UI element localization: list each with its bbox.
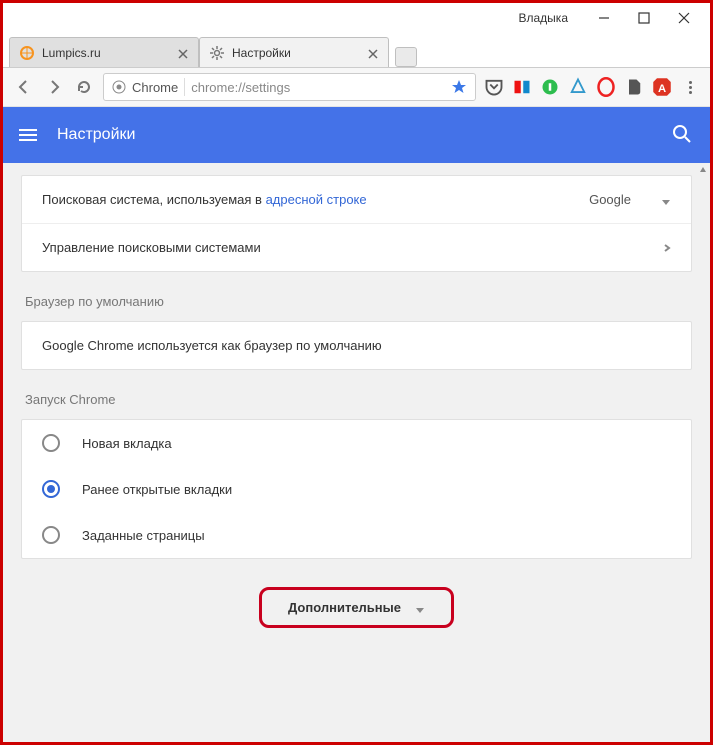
chevron-right-icon <box>663 240 671 255</box>
new-tab-button[interactable] <box>395 47 417 67</box>
maximize-button[interactable] <box>624 4 664 32</box>
page-title: Настройки <box>57 126 672 144</box>
extension-icon-2[interactable] <box>512 77 532 97</box>
default-browser-card: Google Chrome используется как браузер п… <box>21 321 692 370</box>
chrome-page-icon <box>112 80 126 94</box>
extension-icon-4[interactable] <box>568 77 588 97</box>
titlebar: Владыка <box>3 3 710 33</box>
chevron-down-icon <box>415 603 425 613</box>
browser-menu-button[interactable] <box>680 77 700 97</box>
default-browser-status-text: Google Chrome используется как браузер п… <box>42 338 382 353</box>
scroll-up-icon[interactable] <box>696 163 710 177</box>
back-button[interactable] <box>13 76 35 98</box>
startup-option-label: Новая вкладка <box>82 436 172 451</box>
startup-option-label: Заданные страницы <box>82 528 205 543</box>
radio-icon[interactable] <box>42 434 60 452</box>
manage-search-engines-row[interactable]: Управление поисковыми системами <box>22 223 691 271</box>
tab-label: Настройки <box>232 46 368 60</box>
toolbar: Chrome chrome://settings A <box>3 67 710 107</box>
search-engine-card: Поисковая система, используемая в адресн… <box>21 175 692 272</box>
tab-settings[interactable]: Настройки <box>199 37 389 67</box>
advanced-toggle-button[interactable]: Дополнительные <box>259 587 454 628</box>
svg-text:A: A <box>658 83 666 95</box>
scrollbar[interactable] <box>696 163 710 742</box>
radio-icon[interactable] <box>42 480 60 498</box>
adblock-extension-icon[interactable]: A <box>652 77 672 97</box>
search-engine-selected[interactable]: Google <box>589 192 631 207</box>
omnibox-origin-label: Chrome <box>132 80 178 95</box>
radio-icon[interactable] <box>42 526 60 544</box>
omnibox[interactable]: Chrome chrome://settings <box>103 73 476 101</box>
omnibox-url: chrome://settings <box>191 80 451 95</box>
profile-user-label[interactable]: Владыка <box>519 11 569 25</box>
tabstrip: Lumpics.ru Настройки <box>3 33 710 67</box>
omnibox-separator <box>184 78 185 96</box>
evernote-extension-icon[interactable] <box>624 77 644 97</box>
opera-extension-icon[interactable] <box>596 77 616 97</box>
lumpics-favicon <box>20 46 34 60</box>
search-engine-text: Поисковая система, используемая в адресн… <box>42 192 367 207</box>
minimize-button[interactable] <box>584 4 624 32</box>
manage-search-engines-label: Управление поисковыми системами <box>42 240 261 255</box>
tab-close-icon[interactable] <box>178 48 188 58</box>
dropdown-caret-icon[interactable] <box>661 195 671 205</box>
search-engine-row[interactable]: Поисковая система, используемая в адресн… <box>22 176 691 223</box>
bookmark-star-icon[interactable] <box>451 79 467 95</box>
startup-option-label: Ранее открытые вкладки <box>82 482 232 497</box>
extension-icon-3[interactable] <box>540 77 560 97</box>
tab-close-icon[interactable] <box>368 48 378 58</box>
default-browser-section-label: Браузер по умолчанию <box>25 294 688 309</box>
settings-appbar: Настройки <box>3 107 710 163</box>
tab-lumpics[interactable]: Lumpics.ru <box>9 37 199 67</box>
reload-button[interactable] <box>73 76 95 98</box>
advanced-button-label: Дополнительные <box>288 600 401 615</box>
settings-page: Поисковая система, используемая в адресн… <box>3 163 710 742</box>
tab-label: Lumpics.ru <box>42 46 178 60</box>
on-startup-card: Новая вкладка Ранее открытые вкладки Зад… <box>21 419 692 559</box>
hamburger-menu-button[interactable] <box>19 125 39 145</box>
pocket-extension-icon[interactable] <box>484 77 504 97</box>
address-bar-link[interactable]: адресной строке <box>266 192 367 207</box>
on-startup-section-label: Запуск Chrome <box>25 392 688 407</box>
close-window-button[interactable] <box>664 4 704 32</box>
startup-option-specific-pages[interactable]: Заданные страницы <box>22 512 691 558</box>
search-settings-button[interactable] <box>672 124 694 146</box>
startup-option-continue[interactable]: Ранее открытые вкладки <box>22 466 691 512</box>
startup-option-new-tab[interactable]: Новая вкладка <box>22 420 691 466</box>
forward-button[interactable] <box>43 76 65 98</box>
gear-icon <box>210 46 224 60</box>
advanced-section: Дополнительные <box>21 587 692 628</box>
default-browser-status: Google Chrome используется как браузер п… <box>22 322 691 369</box>
